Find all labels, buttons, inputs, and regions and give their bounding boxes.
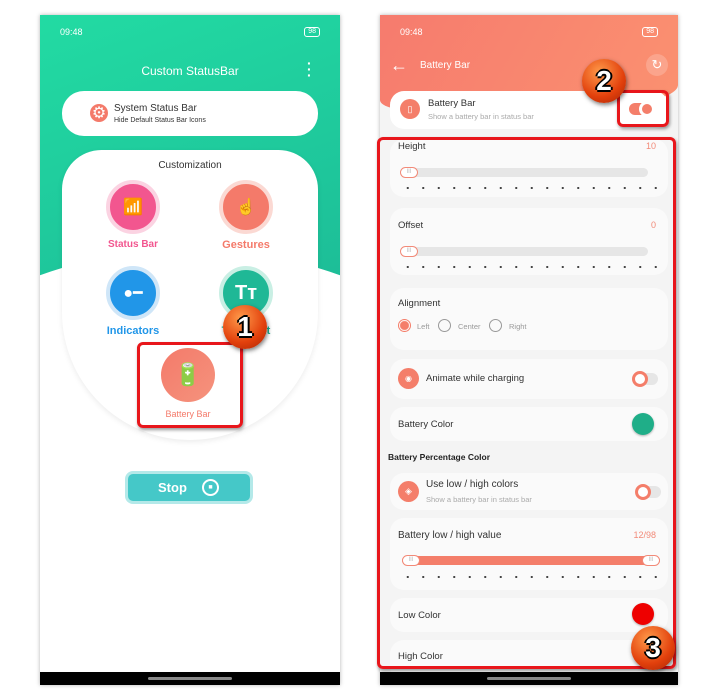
status-bar: 09:48 98	[400, 27, 658, 37]
back-arrow-icon[interactable]: ←	[390, 55, 408, 76]
highlight-box-3	[377, 137, 676, 669]
status-time: 09:48	[60, 27, 83, 37]
system-card-title: System Status Bar	[114, 103, 197, 114]
stop-icon: ■	[202, 479, 219, 496]
more-menu-icon[interactable]: · · ·	[307, 56, 312, 82]
highlight-box-2	[617, 90, 669, 127]
battery-status: 98	[642, 27, 658, 37]
indicators-label[interactable]: Indicators	[83, 325, 183, 337]
system-card-subtitle: Hide Default Status Bar Icons	[114, 117, 206, 124]
home-handle[interactable]	[487, 677, 571, 680]
customization-title: Customization	[158, 160, 222, 171]
status-bar-icon[interactable]: 📶	[106, 180, 160, 234]
page-title: Battery Bar	[420, 60, 471, 71]
nav-bar	[40, 672, 340, 685]
battery-bar-subtitle: Show a battery bar in status bar	[428, 112, 534, 121]
step-badge-1: 1	[223, 305, 267, 349]
stop-label: Stop	[158, 480, 187, 495]
battery-status: 98	[304, 27, 320, 37]
highlight-box-1	[137, 342, 243, 428]
gesture-hand-icon[interactable]: ☝	[219, 180, 273, 234]
status-bar-label[interactable]: Status Bar	[83, 239, 183, 250]
stop-button[interactable]: Stop ■	[128, 474, 250, 501]
reset-icon[interactable]: ↻	[646, 54, 668, 76]
status-bar: 09:48 98	[60, 27, 320, 37]
battery-bar-title: Battery Bar	[428, 98, 476, 109]
app-title: Custom StatusBar	[141, 64, 239, 78]
system-status-bar-card[interactable]: ⚙ System Status Bar Hide Default Status …	[62, 91, 318, 136]
gestures-label[interactable]: Gestures	[196, 239, 296, 251]
step-badge-3: 3	[631, 626, 675, 670]
indicators-slider-icon[interactable]: ●━	[106, 266, 160, 320]
step-badge-2: 2	[582, 59, 626, 103]
home-handle[interactable]	[148, 677, 232, 680]
status-time: 09:48	[400, 27, 423, 37]
battery-icon: ▯	[400, 99, 420, 119]
gear-icon: ⚙	[90, 104, 108, 122]
nav-bar	[380, 672, 678, 685]
